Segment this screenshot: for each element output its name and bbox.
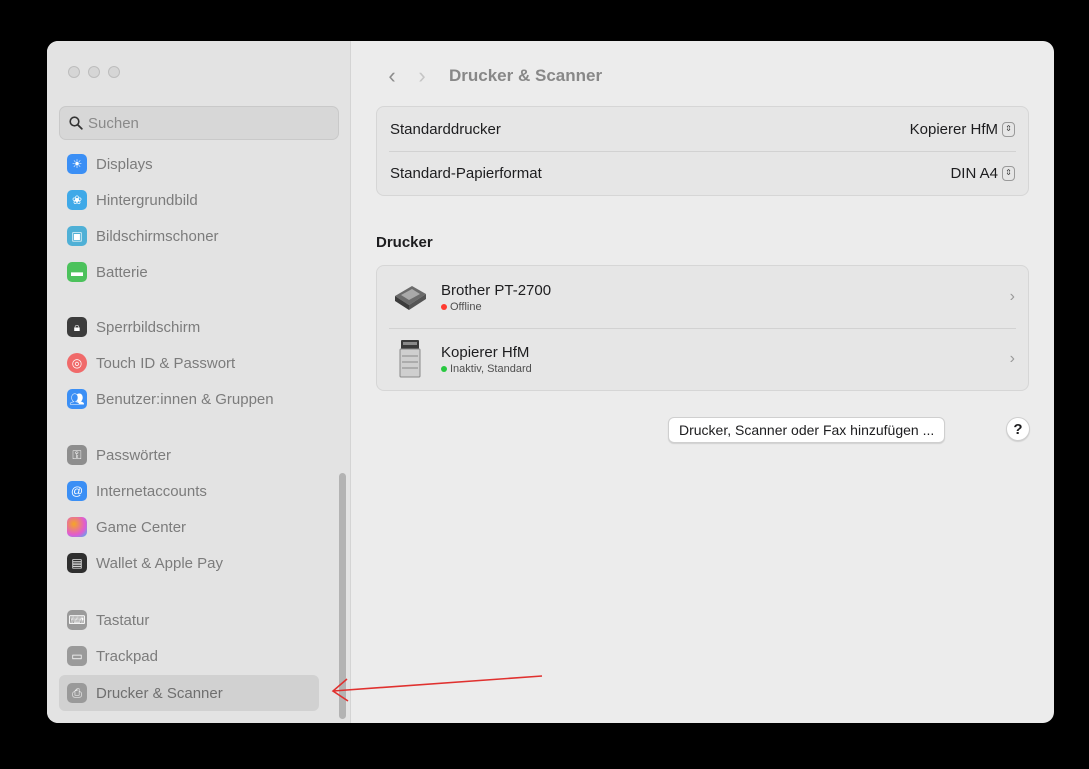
sidebar-item-label: Batterie [96, 263, 148, 281]
sidebar-item-displays[interactable]: ☀ Displays [59, 146, 319, 182]
sun-icon: ☀ [67, 154, 87, 174]
add-printer-button[interactable]: Drucker, Scanner oder Fax hinzufügen ... [668, 417, 946, 443]
sidebar-item-trackpad[interactable]: ▭ Trackpad [59, 638, 319, 674]
printer-status: Offline [441, 301, 1010, 313]
default-printer-value: Kopierer HfM [909, 120, 998, 138]
chevron-right-icon: › [1009, 350, 1015, 367]
sidebar-item-label: Sperrbildschirm [96, 318, 201, 336]
printer-name: Kopierer HfM [441, 343, 530, 361]
sidebar: ☀ Displays ❀ Hintergrundbild ▣ Bildschir… [47, 41, 351, 723]
sidebar-item-label: Bildschirmschoner [96, 227, 219, 245]
sidebar-item-label: Trackpad [96, 647, 158, 665]
users-icon: 👥︎ [67, 389, 87, 409]
default-printer-popup[interactable]: Kopierer HfM ⇕ [910, 121, 1015, 138]
paper-format-label: Standard-Papierformat [390, 164, 542, 182]
zoom-window-button[interactable] [108, 66, 120, 78]
sidebar-item-game-center[interactable]: Game Center [59, 509, 319, 545]
default-printer-label: Standarddrucker [390, 120, 501, 138]
wallet-icon: ▤ [67, 553, 87, 573]
keyboard-icon: ⌨ [67, 610, 87, 630]
help-button[interactable]: ? [1006, 417, 1030, 441]
printers-section-title: Drucker [376, 234, 433, 251]
sidebar-item-label: Hintergrundbild [96, 191, 198, 209]
flower-icon: ❀ [67, 190, 87, 210]
printer-status-text: Offline [450, 300, 482, 313]
status-dot [441, 365, 447, 372]
lock-icon: 🔒︎ [67, 317, 87, 337]
back-button[interactable]: ‹ [377, 63, 407, 89]
sidebar-item-lock-screen[interactable]: 🔒︎ Sperrbildschirm [59, 309, 319, 345]
search-icon [69, 116, 83, 130]
sidebar-item-printers-scanners[interactable]: ⎙ Drucker & Scanner [59, 675, 319, 711]
page-title: Drucker & Scanner [449, 66, 603, 85]
sidebar-item-battery[interactable]: ▬ Batterie [59, 254, 319, 290]
key-icon: ⚿ [67, 445, 87, 465]
sidebar-item-passwords[interactable]: ⚿ Passwörter [59, 437, 319, 473]
paper-format-row: Standard-Papierformat DIN A4 ⇕ [377, 151, 1028, 195]
screensaver-icon: ▣ [67, 226, 87, 246]
chevron-up-down-icon: ⇕ [1002, 121, 1015, 137]
close-window-button[interactable] [68, 66, 80, 78]
printer-row-kopierer[interactable]: Kopierer HfM Inaktiv, Standard › [377, 328, 1028, 390]
sidebar-scrollbar[interactable] [339, 473, 346, 719]
sidebar-item-label: Game Center [96, 518, 187, 536]
chevron-right-icon: › [1009, 288, 1015, 305]
sidebar-item-label: Passwörter [96, 446, 172, 464]
sidebar-item-users-groups[interactable]: 👥︎ Benutzer:innen & Gruppen [59, 381, 319, 417]
sidebar-item-wallet[interactable]: ▤ Wallet & Apple Pay [59, 545, 319, 581]
sidebar-item-label: Benutzer:innen & Gruppen [96, 390, 274, 408]
printer-status: Inaktiv, Standard [441, 363, 1010, 375]
sidebar-item-label: Touch ID & Passwort [96, 354, 236, 372]
sidebar-item-label: Internetaccounts [96, 482, 207, 500]
fingerprint-icon: ◎ [67, 353, 87, 373]
game-center-icon [67, 517, 87, 537]
forward-button[interactable]: › [407, 63, 437, 89]
printer-status-text: Inaktiv, Standard [450, 362, 532, 375]
sidebar-item-wallpaper[interactable]: ❀ Hintergrundbild [59, 182, 319, 218]
sidebar-item-label: Wallet & Apple Pay [96, 554, 224, 572]
sidebar-item-label: Tastatur [96, 611, 150, 629]
printer-row-brother[interactable]: Brother PT-2700 Offline › [377, 266, 1028, 328]
sidebar-item-label: Displays [96, 155, 153, 173]
sidebar-item-keyboard[interactable]: ⌨ Tastatur [59, 602, 319, 638]
at-icon: @ [67, 481, 87, 501]
status-dot [441, 303, 447, 310]
sidebar-item-screensaver[interactable]: ▣ Bildschirmschoner [59, 218, 319, 254]
window-controls [68, 66, 120, 78]
chevron-up-down-icon: ⇕ [1002, 165, 1015, 181]
trackpad-icon: ▭ [67, 646, 87, 666]
settings-window: ☀ Displays ❀ Hintergrundbild ▣ Bildschir… [47, 41, 1054, 723]
default-settings-card: Standarddrucker Kopierer HfM ⇕ Standard-… [376, 106, 1029, 196]
sidebar-item-touch-id[interactable]: ◎ Touch ID & Passwort [59, 345, 319, 381]
sidebar-item-label: Drucker & Scanner [96, 684, 223, 702]
default-printer-row: Standarddrucker Kopierer HfM ⇕ [377, 107, 1028, 151]
copier-icon [390, 339, 430, 379]
printer-name: Brother PT-2700 [441, 281, 552, 299]
minimize-window-button[interactable] [88, 66, 100, 78]
search-field[interactable] [59, 106, 339, 140]
search-input[interactable] [88, 114, 308, 132]
printers-list: Brother PT-2700 Offline › Kopierer HfM I… [376, 265, 1029, 391]
paper-format-popup[interactable]: DIN A4 ⇕ [950, 165, 1015, 182]
battery-icon: ▬ [67, 262, 87, 282]
toolbar: ‹ › Drucker & Scanner [377, 63, 602, 89]
sidebar-item-internet-accounts[interactable]: @ Internetaccounts [59, 473, 319, 509]
paper-format-value: DIN A4 [950, 164, 998, 182]
printer-icon: ⎙ [67, 683, 87, 703]
label-printer-icon [390, 277, 430, 317]
